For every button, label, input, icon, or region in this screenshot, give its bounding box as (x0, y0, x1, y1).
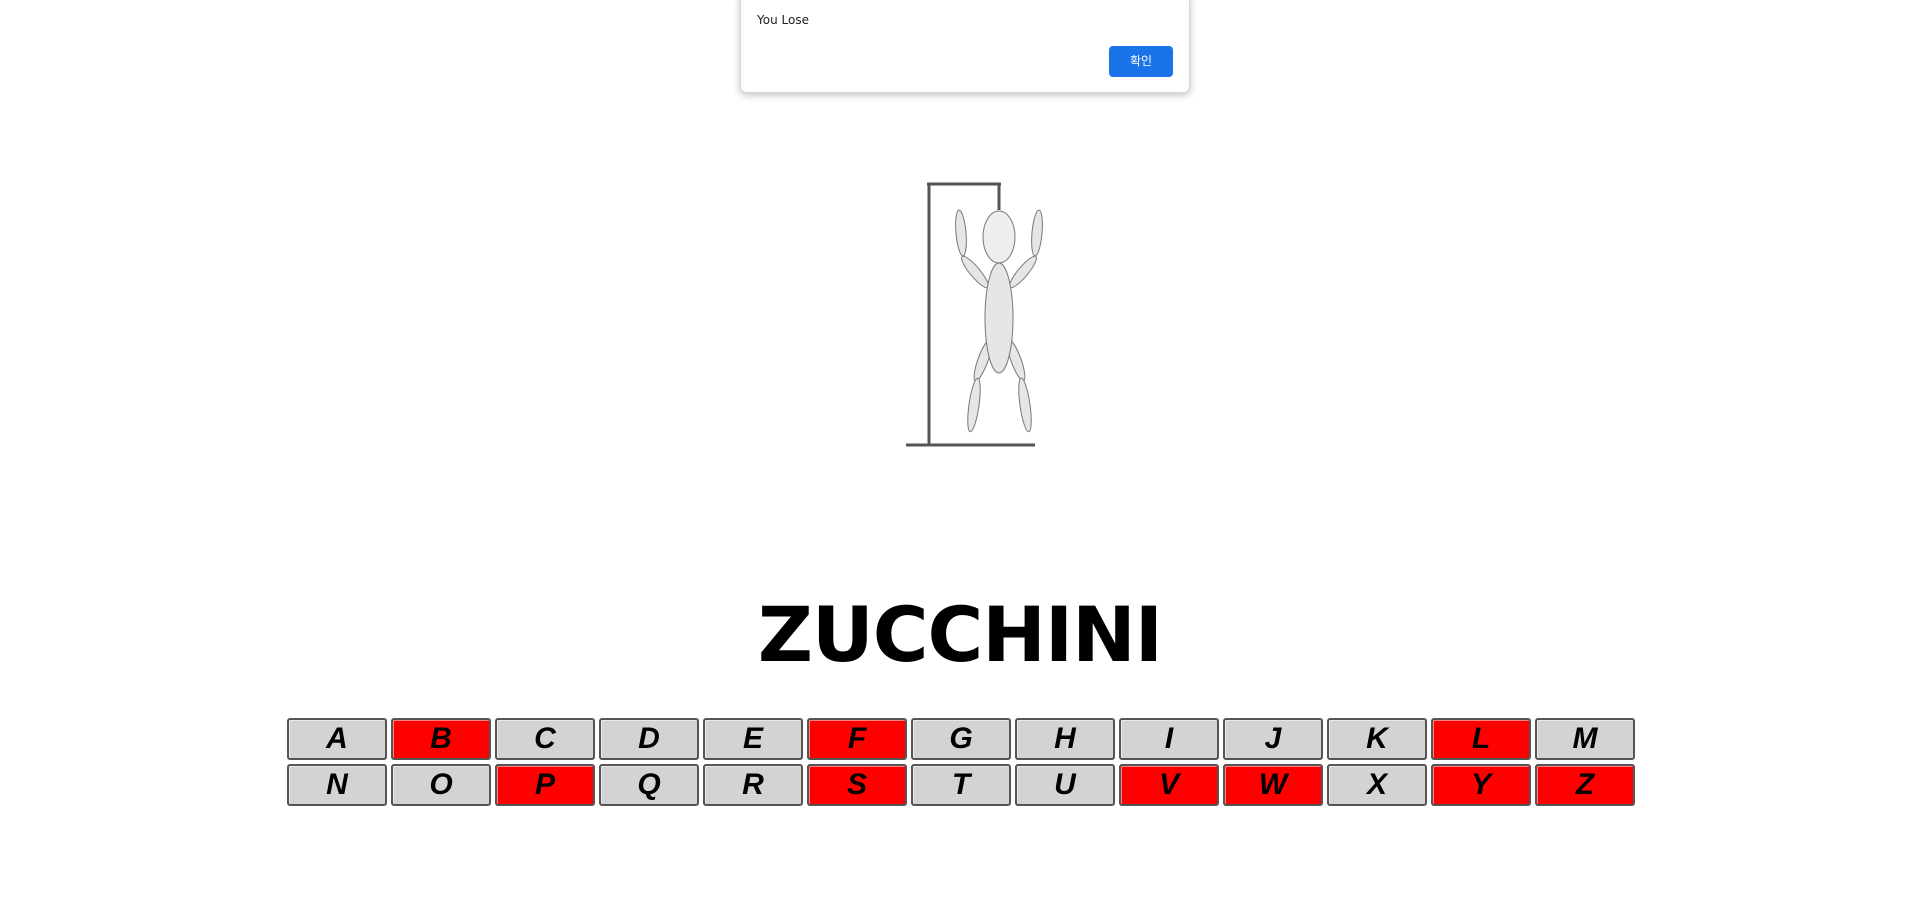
letter-key-i[interactable]: I (1119, 718, 1219, 760)
letter-key-r[interactable]: R (703, 764, 803, 806)
letter-key-d[interactable]: D (599, 718, 699, 760)
letter-key-h[interactable]: H (1015, 718, 1115, 760)
letter-key-l[interactable]: L (1431, 718, 1531, 760)
letter-keyboard: ABCDEFGHIJKLMNOPQRSTUVWXYZ (287, 718, 1643, 810)
letter-key-e[interactable]: E (703, 718, 803, 760)
hanged-figure (955, 209, 1043, 433)
letter-key-t[interactable]: T (911, 764, 1011, 806)
letter-key-o[interactable]: O (391, 764, 491, 806)
letter-key-w[interactable]: W (1223, 764, 1323, 806)
left-shin (967, 377, 981, 433)
keyboard-row: NOPQRSTUVWXYZ (287, 764, 1643, 806)
letter-key-j[interactable]: J (1223, 718, 1323, 760)
letter-key-z[interactable]: Z (1535, 764, 1635, 806)
letter-key-k[interactable]: K (1327, 718, 1427, 760)
letter-key-p[interactable]: P (495, 764, 595, 806)
letter-key-u[interactable]: U (1015, 764, 1115, 806)
right-forearm (1009, 255, 1037, 289)
letter-key-s[interactable]: S (807, 764, 907, 806)
right-shin (1018, 377, 1032, 433)
letter-key-m[interactable]: M (1535, 718, 1635, 760)
letter-key-g[interactable]: G (911, 718, 1011, 760)
torso (984, 262, 1014, 374)
head (982, 210, 1016, 264)
right-upper-arm (1031, 209, 1043, 257)
letter-key-f[interactable]: F (807, 718, 907, 760)
left-upper-arm (955, 209, 967, 257)
letter-key-b[interactable]: B (391, 718, 491, 760)
hangman-page: You Lose 확인 ZUCCHINI A B C D E F G H I J… (0, 0, 1920, 918)
letter-key-c[interactable]: C (495, 718, 595, 760)
letter-key-q[interactable]: Q (599, 764, 699, 806)
letter-key-a[interactable]: A (287, 718, 387, 760)
letter-key-y[interactable]: Y (1431, 764, 1531, 806)
letter-key-n[interactable]: N (287, 764, 387, 806)
left-forearm (961, 255, 989, 289)
letter-key-x[interactable]: X (1327, 764, 1427, 806)
solution-word: ZUCCHINI (757, 590, 1163, 679)
letter-key-v[interactable]: V (1119, 764, 1219, 806)
keyboard-row: ABCDEFGHIJKLM (287, 718, 1643, 760)
